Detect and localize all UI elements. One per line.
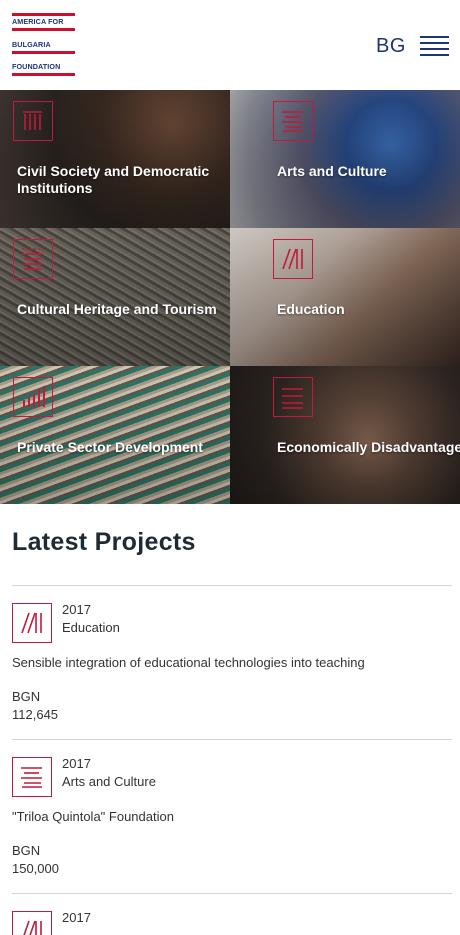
category-tile-education[interactable]: Education xyxy=(230,228,460,366)
project-currency: BGN xyxy=(12,843,41,858)
category-tile-private-sector[interactable]: Private Sector Development xyxy=(0,366,230,504)
project-title[interactable]: "Triloa Quintola" Foundation xyxy=(12,809,452,824)
columns-icon xyxy=(13,101,53,141)
brush-strokes-icon xyxy=(12,757,52,797)
category-label: Economically Disadvantaged xyxy=(277,439,460,455)
layers-icon xyxy=(273,377,313,417)
project-year: 2017 xyxy=(62,756,91,771)
project-year: 2017 xyxy=(62,911,91,925)
logo-line-2: BULGARIA xyxy=(12,40,51,49)
project-title[interactable]: Sensible integration of educational tech… xyxy=(12,655,452,670)
section-title: Latest Projects xyxy=(12,528,196,556)
category-label: Arts and Culture xyxy=(277,163,387,179)
project-year: 2017 xyxy=(62,602,91,617)
foundation-logo[interactable]: AMERICA FOR BULGARIA FOUNDATION xyxy=(12,13,76,76)
category-tile-economically-disadvantaged[interactable]: Economically Disadvantaged xyxy=(230,366,460,504)
divider xyxy=(12,585,452,586)
category-tile-arts-culture[interactable]: Arts and Culture xyxy=(230,90,460,228)
books-icon xyxy=(12,603,52,643)
divider xyxy=(12,739,452,740)
books-icon xyxy=(12,911,52,935)
project-category: Education xyxy=(62,620,120,635)
site-header: AMERICA FOR BULGARIA FOUNDATION BG xyxy=(0,0,460,90)
category-label: Education xyxy=(277,301,345,317)
category-label: Private Sector Development xyxy=(17,439,203,455)
project-currency: BGN xyxy=(12,689,41,704)
logo-line-1: AMERICA FOR xyxy=(12,17,64,26)
project-item[interactable]: 2017 Arts and Culture "Triloa Quintola" … xyxy=(12,756,452,877)
bar-chart-icon xyxy=(13,377,53,417)
logo-line-3: FOUNDATION xyxy=(12,62,61,71)
category-tile-cultural-heritage[interactable]: Cultural Heritage and Tourism xyxy=(0,228,230,366)
category-label: Civil Society and Democratic Institution… xyxy=(17,163,210,196)
category-label: Cultural Heritage and Tourism xyxy=(17,301,217,317)
project-category: Arts and Culture xyxy=(62,774,156,789)
category-grid: Civil Society and Democratic Institution… xyxy=(0,90,460,504)
project-amount: 150,000 xyxy=(12,861,59,876)
hamburger-menu-icon[interactable] xyxy=(420,36,449,56)
category-tile-civil-society[interactable]: Civil Society and Democratic Institution… xyxy=(0,90,230,228)
brush-strokes-icon xyxy=(273,101,313,141)
heritage-icon xyxy=(13,239,53,279)
project-item[interactable]: 2017 xyxy=(12,911,452,935)
books-icon xyxy=(273,239,313,279)
project-item[interactable]: 2017 Education Sensible integration of e… xyxy=(12,602,452,723)
divider xyxy=(12,893,452,894)
language-switch[interactable]: BG xyxy=(376,35,406,58)
project-amount: 112,645 xyxy=(12,707,59,722)
